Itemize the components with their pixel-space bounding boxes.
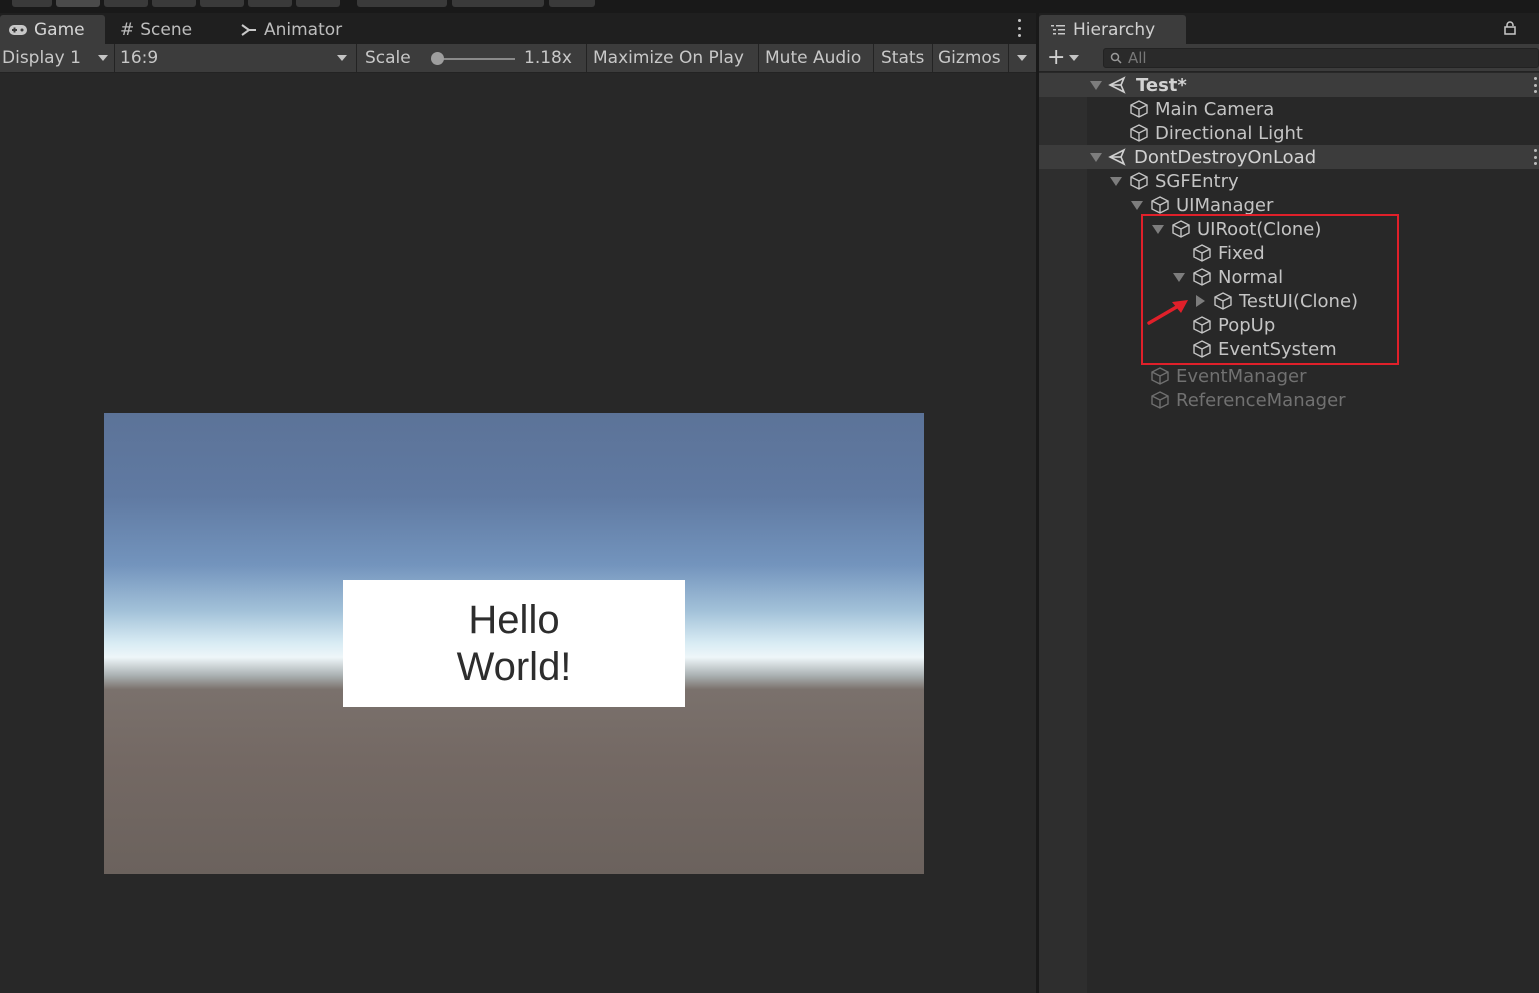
hierarchy-row-label: DontDestroyOnLoad bbox=[1134, 146, 1317, 168]
gamepad-icon bbox=[9, 24, 27, 35]
chevron-down-icon bbox=[1069, 55, 1080, 61]
display-dropdown[interactable]: Display 1 bbox=[2, 44, 112, 72]
game-panel: Game # Scene Animator Display 1 16:9 Sca… bbox=[0, 13, 1036, 993]
hierarchy-toolbar: + All bbox=[1039, 44, 1539, 72]
game-tabbar: Game # Scene Animator bbox=[0, 13, 1036, 44]
search-icon bbox=[1110, 52, 1122, 64]
toolbar-button[interactable] bbox=[248, 0, 292, 7]
toolbar-button[interactable] bbox=[104, 0, 148, 7]
more-options-icon[interactable] bbox=[1534, 77, 1538, 93]
tab-animator-label: Animator bbox=[264, 19, 343, 40]
aspect-value: 16:9 bbox=[120, 48, 159, 68]
expand-arrow-icon[interactable] bbox=[1090, 153, 1102, 162]
hierarchy-panel: Hierarchy + All Test* Main Camera Direct… bbox=[1039, 13, 1539, 993]
chevron-down-icon bbox=[337, 55, 347, 61]
animator-icon bbox=[241, 23, 256, 36]
gameobject-cube-icon bbox=[1151, 367, 1169, 385]
gameobject-cube-icon bbox=[1151, 391, 1169, 409]
more-options-icon[interactable] bbox=[1534, 149, 1538, 165]
tab-game[interactable]: Game bbox=[0, 15, 105, 44]
hierarchy-row-label: Main Camera bbox=[1155, 98, 1275, 120]
toolbar-button[interactable] bbox=[296, 0, 340, 7]
toolbar-button[interactable] bbox=[549, 0, 595, 7]
gameobject-cube-icon bbox=[1151, 196, 1169, 214]
stats-button[interactable]: Stats bbox=[881, 44, 924, 72]
hierarchy-row-label: ReferenceManager bbox=[1176, 389, 1346, 411]
scale-slider[interactable] bbox=[433, 58, 515, 60]
hierarchy-row[interactable]: Main Camera bbox=[1039, 97, 1539, 121]
expand-arrow-icon[interactable] bbox=[1131, 201, 1143, 210]
hierarchy-row-label: Directional Light bbox=[1155, 122, 1303, 144]
scale-label: Scale bbox=[365, 48, 411, 68]
hierarchy-row-label: EventManager bbox=[1176, 365, 1307, 387]
game-viewport[interactable]: Hello World! bbox=[104, 413, 924, 874]
toolbar-button[interactable] bbox=[200, 0, 244, 7]
divider bbox=[932, 44, 933, 72]
unity-scene-icon bbox=[1108, 148, 1126, 166]
expand-arrow-icon[interactable] bbox=[1110, 177, 1122, 186]
toolbar-button[interactable] bbox=[12, 0, 52, 7]
hello-panel: Hello World! bbox=[343, 580, 685, 707]
gameobject-cube-icon bbox=[1130, 124, 1148, 142]
divider bbox=[586, 44, 587, 72]
divider bbox=[356, 44, 357, 72]
hierarchy-row-label: Test* bbox=[1136, 74, 1187, 96]
hierarchy-scene-row[interactable]: DontDestroyOnLoad bbox=[1039, 145, 1539, 169]
scale-slider-handle[interactable] bbox=[431, 52, 445, 65]
hierarchy-row[interactable]: Directional Light bbox=[1039, 121, 1539, 145]
scale-value: 1.18x bbox=[524, 48, 572, 68]
gameobject-cube-icon bbox=[1130, 172, 1148, 190]
main-toolbar-strip bbox=[0, 0, 1539, 13]
hierarchy-row-label: UIManager bbox=[1176, 194, 1274, 216]
divider bbox=[873, 44, 874, 72]
hello-text: Hello World! bbox=[456, 597, 572, 689]
search-input[interactable]: All bbox=[1128, 49, 1147, 67]
tab-hierarchy[interactable]: Hierarchy bbox=[1039, 15, 1186, 44]
toolbar-button[interactable] bbox=[357, 0, 447, 7]
lock-icon[interactable] bbox=[1504, 21, 1516, 35]
tab-game-label: Game bbox=[34, 19, 85, 40]
chevron-down-icon bbox=[98, 55, 108, 61]
hierarchy-row[interactable]: SGFEntry bbox=[1039, 169, 1539, 193]
hierarchy-title: Hierarchy bbox=[1073, 19, 1156, 40]
divider bbox=[114, 44, 115, 72]
gizmos-dropdown-icon[interactable] bbox=[1017, 55, 1027, 61]
mute-audio-button[interactable]: Mute Audio bbox=[765, 44, 861, 72]
tab-scene-label: Scene bbox=[140, 19, 193, 40]
grid-icon: # bbox=[120, 19, 135, 40]
divider bbox=[1008, 44, 1009, 72]
aspect-dropdown[interactable]: 16:9 bbox=[120, 44, 354, 72]
hierarchy-row-inactive[interactable]: ReferenceManager bbox=[1039, 388, 1539, 412]
list-icon bbox=[1051, 24, 1065, 34]
toolbar-button[interactable] bbox=[452, 0, 544, 7]
game-controlbar: Display 1 16:9 Scale 1.18x Maximize On P… bbox=[0, 44, 1036, 73]
toolbar-button[interactable] bbox=[152, 0, 196, 7]
annotation-arrow-icon bbox=[1147, 300, 1188, 325]
maximize-on-play-button[interactable]: Maximize On Play bbox=[593, 44, 744, 72]
gameobject-cube-icon bbox=[1130, 100, 1148, 118]
more-options-icon[interactable] bbox=[1018, 19, 1022, 37]
gizmos-button[interactable]: Gizmos bbox=[938, 44, 1001, 72]
annotation-highlight-box bbox=[1141, 214, 1399, 365]
plus-icon: + bbox=[1047, 45, 1066, 70]
hierarchy-scene-row[interactable]: Test* bbox=[1039, 73, 1539, 97]
unity-scene-icon bbox=[1108, 76, 1126, 94]
hierarchy-search[interactable]: All bbox=[1103, 48, 1539, 68]
expand-arrow-icon[interactable] bbox=[1090, 81, 1102, 90]
hierarchy-row-inactive[interactable]: EventManager bbox=[1039, 364, 1539, 388]
add-object-button[interactable]: + bbox=[1047, 45, 1080, 70]
hierarchy-row-label: SGFEntry bbox=[1155, 170, 1239, 192]
divider bbox=[758, 44, 759, 72]
hierarchy-tabbar: Hierarchy bbox=[1039, 13, 1539, 44]
display-value: Display 1 bbox=[2, 48, 81, 68]
tab-animator[interactable]: Animator bbox=[232, 15, 350, 44]
tab-scene[interactable]: # Scene bbox=[112, 15, 200, 44]
toolbar-button[interactable] bbox=[56, 0, 100, 7]
